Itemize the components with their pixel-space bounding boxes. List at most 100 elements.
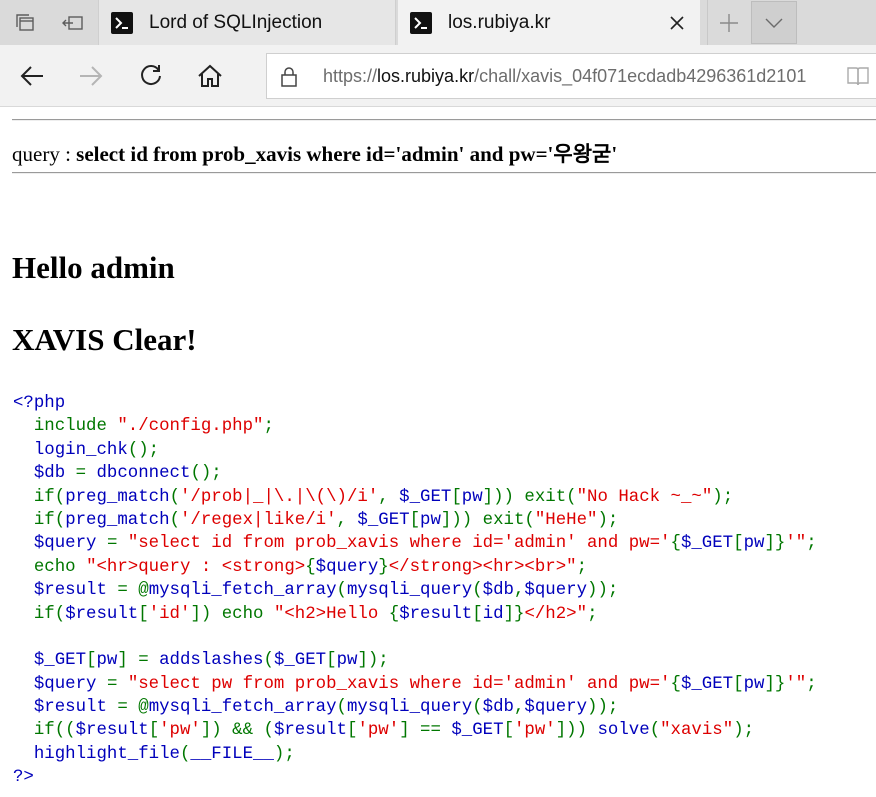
code-token: $_GET: [399, 487, 452, 507]
code-token: = @: [117, 698, 149, 718]
url-text: https://los.rubiya.kr/chall/xavis_04f071…: [323, 66, 806, 87]
code-token: "<hr>query : <strong>: [86, 557, 306, 577]
code-token: "./config.php": [117, 417, 264, 437]
code-token: $_GET: [13, 651, 87, 671]
code-token: ]) && (: [200, 721, 274, 741]
code-token: $_GET: [451, 721, 504, 741]
forward-button[interactable]: [71, 56, 111, 96]
query-text: select id from prob_xavis where id='admi…: [76, 142, 618, 166]
code-token: ]);: [357, 651, 389, 671]
set-tabs-aside-button[interactable]: [50, 0, 96, 45]
code-token: $query: [13, 534, 107, 554]
code-token: = @: [117, 581, 149, 601]
tab-los-rubiya[interactable]: los.rubiya.kr: [398, 0, 700, 45]
code-token: ();: [190, 464, 222, 484]
code-token: (: [649, 721, 661, 741]
code-token: (: [263, 651, 274, 671]
code-line: $result = @mysqli_fetch_array(mysqli_que…: [13, 696, 817, 719]
home-button[interactable]: [190, 56, 230, 96]
code-token: highlight_file: [13, 744, 180, 764]
code-token: ;: [806, 674, 817, 694]
code-token: $_GET: [680, 674, 734, 694]
code-token: [: [733, 674, 744, 694]
arrow-right-icon: [80, 66, 103, 86]
tab-lord-of-sqlinjection[interactable]: Lord of SQLInjection: [98, 0, 396, 45]
code-token: "HeHe": [534, 510, 598, 530]
tab-close-button[interactable]: [662, 8, 692, 38]
clear-heading: XAVIS Clear!: [12, 322, 197, 357]
code-token: (: [179, 744, 191, 764]
code-line: $db = dbconnect();: [13, 462, 817, 485]
tab-strip: Lord of SQLInjection los.rubiya.kr: [0, 0, 876, 45]
code-token: (: [169, 510, 180, 530]
navigation-bar: https://los.rubiya.kr/chall/xavis_04f071…: [0, 45, 876, 107]
code-token: </h2>": [524, 604, 588, 624]
code-token: mysqli_fetch_array: [148, 698, 337, 718]
code-token: [: [138, 604, 149, 624]
code-token: mysqli_query: [346, 581, 473, 601]
code-token: pw: [743, 534, 765, 554]
code-token: (: [472, 698, 483, 718]
code-token: $query: [13, 674, 107, 694]
code-token: ;: [263, 417, 274, 437]
code-token: '/regex|like/i': [180, 510, 337, 530]
code-token: $query: [524, 698, 588, 718]
reading-view-icon[interactable]: [846, 65, 870, 87]
code-line: echo "<hr>query : <strong>{$query}</stro…: [13, 556, 817, 579]
code-token: {: [305, 557, 316, 577]
code-token: ])) exit(: [440, 510, 535, 530]
code-line: $query = "select pw from prob_xavis wher…: [13, 673, 817, 696]
code-token: "xavis": [660, 721, 734, 741]
terminal-icon: [410, 11, 432, 34]
code-token: '/prob|_|\.|\(\)/i': [180, 487, 379, 507]
code-token: if((: [13, 721, 76, 741]
code-token: );: [733, 721, 755, 741]
code-token: =: [75, 464, 97, 484]
code-token: }: [378, 557, 389, 577]
code-line: login_chk();: [13, 439, 817, 462]
address-bar[interactable]: https://los.rubiya.kr/chall/xavis_04f071…: [266, 53, 876, 99]
code-token: mysqli_fetch_array: [148, 581, 337, 601]
code-token: preg_match: [65, 510, 170, 530]
code-token: (: [336, 698, 347, 718]
code-token: {: [670, 674, 681, 694]
code-token: $_GET: [357, 510, 410, 530]
code-token: (: [169, 487, 180, 507]
code-token: [: [733, 534, 744, 554]
code-token: ;: [587, 604, 598, 624]
code-token: {: [388, 604, 400, 624]
code-token: );: [712, 487, 734, 507]
code-token: if(: [13, 604, 66, 624]
code-token: [: [326, 651, 337, 671]
code-token: ,: [513, 581, 525, 601]
back-button[interactable]: [12, 56, 52, 96]
query-line: query : select id from prob_xavis where …: [12, 138, 617, 168]
code-token: pw: [743, 674, 765, 694]
code-token: if(: [13, 487, 66, 507]
refresh-button[interactable]: [131, 56, 171, 96]
tab-manager-button[interactable]: [0, 0, 50, 45]
code-token: include: [13, 417, 118, 437]
code-token: ,: [513, 698, 525, 718]
code-token: solve: [597, 721, 650, 741]
code-token: [: [451, 487, 462, 507]
code-line: if($result['id']) echo "<h2>Hello {$resu…: [13, 603, 817, 626]
code-token: '": [785, 674, 807, 694]
code-token: [: [472, 604, 483, 624]
tab-list-button[interactable]: [751, 1, 797, 44]
code-token: ,: [336, 510, 358, 530]
chevron-down-icon: [765, 18, 783, 28]
arrow-left-icon: [20, 66, 43, 86]
code-line: $_GET[pw] = addslashes($_GET[pw]);: [13, 649, 817, 672]
code-token: <?php: [13, 394, 66, 413]
code-token: 'pw': [514, 721, 556, 741]
code-token: 'pw': [357, 721, 400, 741]
code-token: $result: [65, 604, 139, 624]
code-token: [: [148, 721, 160, 741]
code-token: $result: [13, 581, 118, 601]
code-token: ] =: [117, 651, 160, 671]
page-content: query : select id from prob_xavis where …: [0, 108, 876, 797]
code-token: ]) echo: [190, 604, 274, 624]
terminal-icon: [111, 11, 133, 34]
new-tab-button[interactable]: [707, 0, 749, 45]
